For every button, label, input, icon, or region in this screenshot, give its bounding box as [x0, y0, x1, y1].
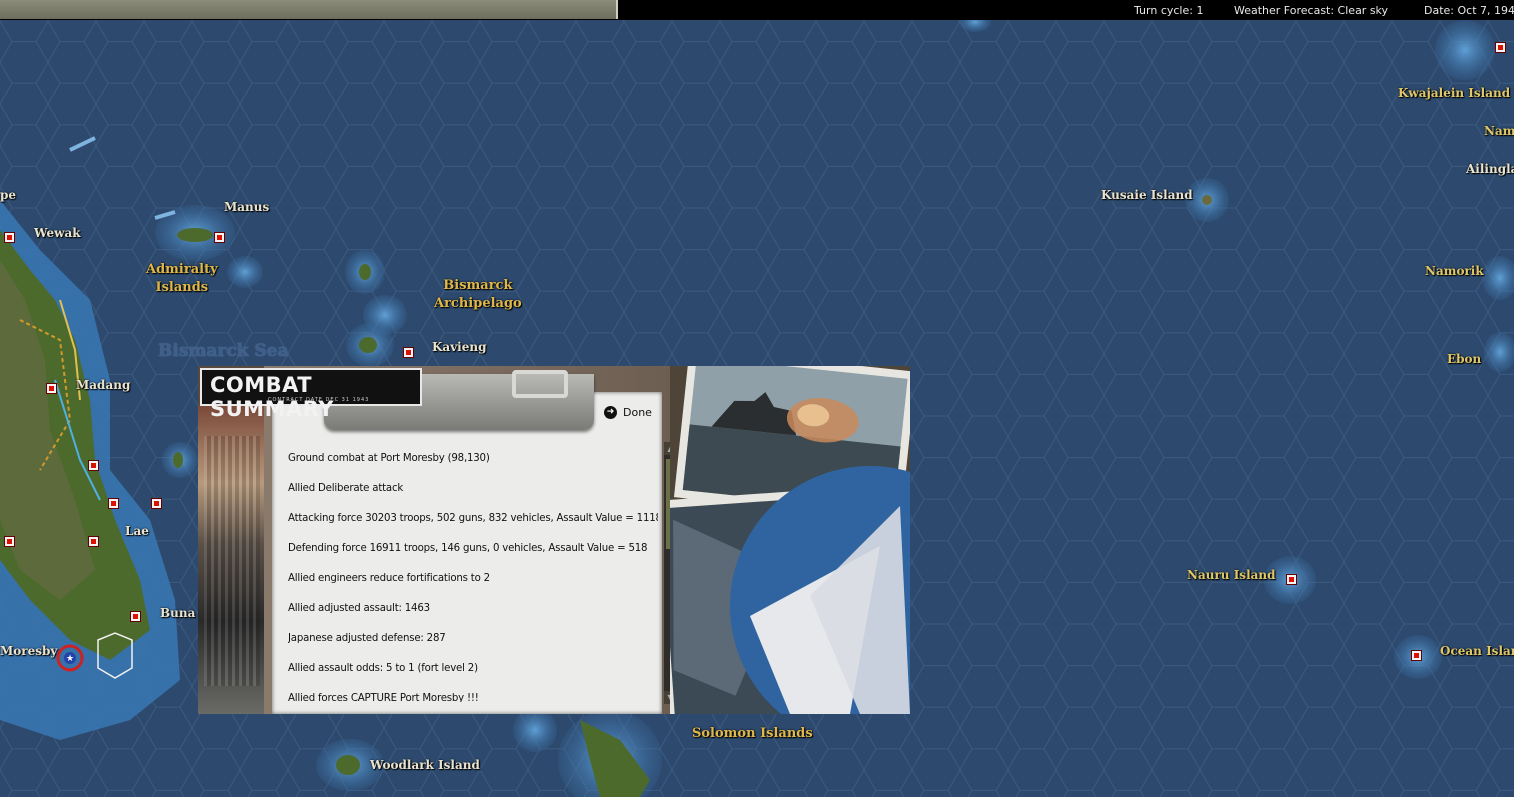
japanese-unit-marker[interactable] [1495, 42, 1506, 53]
log-line: Allied assault odds: 5 to 1 (fort level … [288, 663, 478, 674]
japanese-unit-marker[interactable] [4, 536, 15, 547]
map-label-solomon-islands: Solomon Islands [692, 726, 813, 741]
log-line: Allied adjusted assault: 1463 [288, 603, 430, 614]
japanese-unit-marker[interactable] [46, 383, 57, 394]
map-label-pe: pe [0, 188, 17, 202]
map-label-manus: Manus [224, 200, 270, 214]
archive-photos-collage [670, 366, 910, 714]
map-label-kusaie: Kusaie Island [1101, 188, 1193, 202]
japanese-unit-marker[interactable] [108, 498, 119, 509]
japanese-unit-marker[interactable] [130, 611, 141, 622]
japanese-unit-marker[interactable] [88, 536, 99, 547]
svg-text:★: ★ [66, 654, 74, 664]
map-label-moresby: Moresby [0, 644, 58, 658]
map-label-bismarck-archipelago: Bismarck Archipelago [434, 278, 522, 311]
archive-photo-soldiers [198, 406, 270, 714]
arrow-right-icon: ➜ [604, 406, 617, 419]
map-label-madang: Madang [76, 378, 131, 392]
japanese-unit-marker[interactable] [4, 232, 15, 243]
map-label-wewak: Wewak [34, 226, 81, 240]
japanese-unit-marker[interactable] [403, 347, 414, 358]
map-label-bismarck-sea: Bismarck Sea [158, 341, 289, 361]
map-label-nauru: Nauru Island [1187, 568, 1276, 582]
dialog-subtitle: CONTRACT DATE DEC 31 1943 [268, 397, 370, 403]
map-label-admiralty-islands: Admiralty Islands [146, 262, 218, 295]
done-label: Done [623, 406, 652, 419]
japanese-unit-marker[interactable] [214, 232, 225, 243]
log-line: Allied forces CAPTURE Port Moresby !!! [288, 693, 479, 702]
combat-log[interactable]: Ground combat at Port Moresby (98,130) A… [288, 452, 658, 702]
map-label-ebon: Ebon [1447, 352, 1482, 366]
map-label-buna: Buna [160, 606, 196, 620]
log-line: Attacking force 30203 troops, 502 guns, … [288, 513, 658, 524]
map-label-nam: Nam [1484, 124, 1514, 138]
map-label-namorik: Namorik [1425, 264, 1484, 278]
combat-summary-dialog: COMBAT SUMMARY CONTRACT DATE DEC 31 1943… [198, 366, 910, 714]
map-label-kwajalein: Kwajalein Island [1398, 86, 1511, 100]
dialog-title-plate: COMBAT SUMMARY CONTRACT DATE DEC 31 1943 [200, 368, 422, 421]
japanese-unit-marker[interactable] [1286, 574, 1297, 585]
game-date: Date: Oct 7, 1943 [1424, 4, 1514, 17]
japanese-unit-marker[interactable] [88, 460, 99, 471]
log-line: Allied Deliberate attack [288, 483, 404, 494]
japanese-unit-marker[interactable] [151, 498, 162, 509]
turn-cycle: Turn cycle: 1 [1134, 4, 1204, 17]
weather-forecast: Weather Forecast: Clear sky [1234, 4, 1389, 17]
japanese-unit-marker[interactable] [1411, 650, 1422, 661]
map-label-lae: Lae [125, 524, 149, 538]
log-line: Defending force 16911 troops, 146 guns, … [288, 543, 648, 554]
status-bar: Turn cycle: 1 Weather Forecast: Clear sk… [0, 0, 1514, 20]
map-label-kavieng: Kavieng [432, 340, 487, 354]
log-line: Ground combat at Port Moresby (98,130) [288, 453, 490, 464]
map-label-ailingla: Ailingla [1466, 162, 1514, 176]
done-button[interactable]: ➜ Done [604, 406, 652, 419]
map-label-ocean-island: Ocean Islan [1440, 644, 1514, 658]
map-label-woodlark: Woodlark Island [370, 758, 480, 772]
status-bar-left-panel [0, 0, 618, 19]
log-line: Japanese adjusted defense: 287 [288, 633, 446, 644]
log-line: Allied engineers reduce fortifications t… [288, 573, 490, 584]
